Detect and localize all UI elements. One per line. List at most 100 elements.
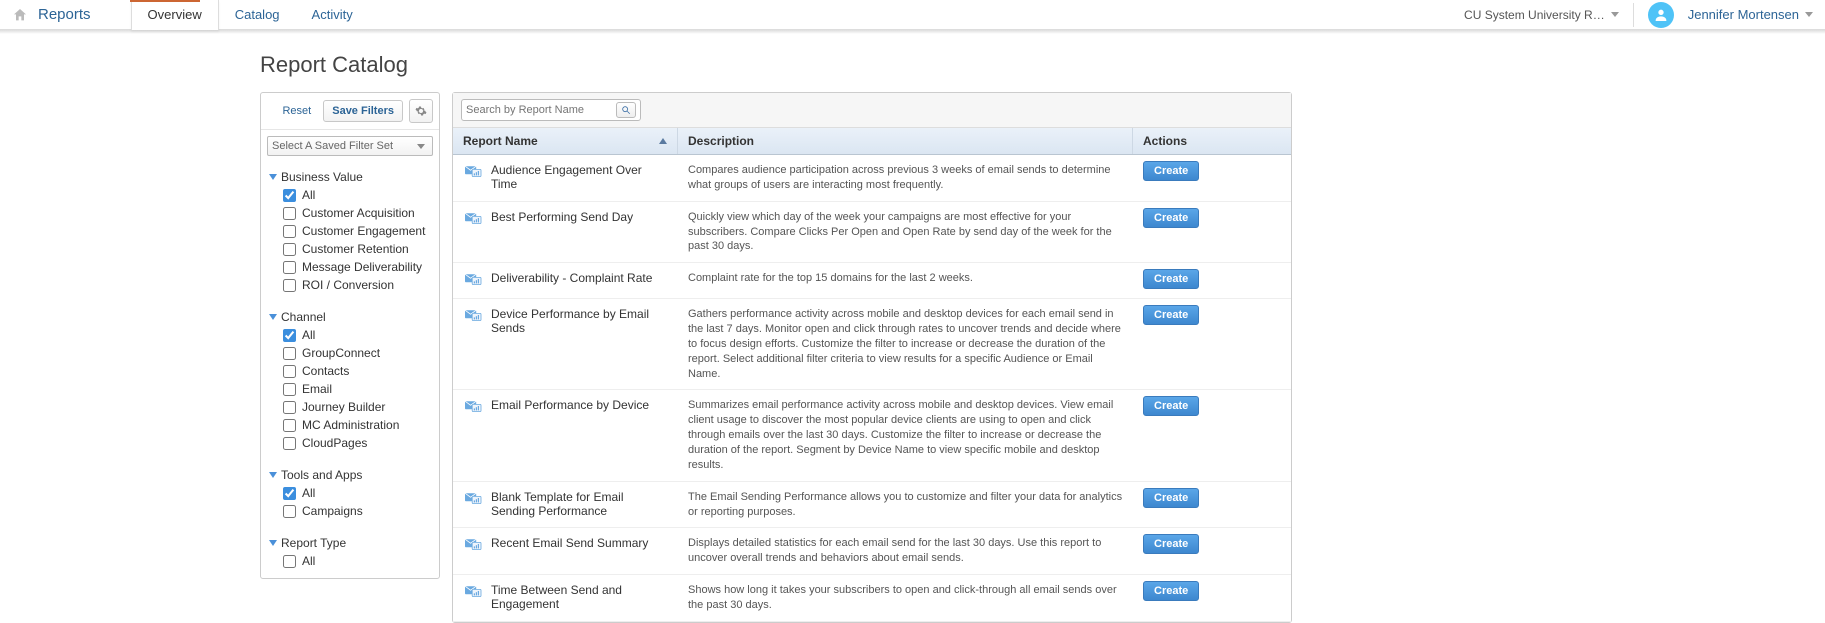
- table-row: Device Performance by Email SendsGathers…: [453, 299, 1291, 390]
- report-name[interactable]: Recent Email Send Summary: [491, 536, 648, 550]
- filter-option[interactable]: CloudPages: [269, 434, 431, 452]
- filter-group-title[interactable]: Channel: [269, 306, 431, 326]
- filter-group-label: Channel: [281, 310, 326, 324]
- create-button[interactable]: Create: [1143, 488, 1199, 508]
- filter-checkbox[interactable]: [283, 243, 296, 256]
- report-description: Summarizes email performance activity ac…: [678, 390, 1133, 480]
- report-name[interactable]: Deliverability - Complaint Rate: [491, 271, 652, 285]
- reset-filters-link[interactable]: Reset: [276, 101, 317, 121]
- filter-option-label: Email: [302, 382, 332, 396]
- filter-checkbox[interactable]: [283, 555, 296, 568]
- create-button[interactable]: Create: [1143, 534, 1199, 554]
- search-wrap: [461, 99, 641, 121]
- user-menu[interactable]: Jennifer Mortensen: [1688, 7, 1813, 22]
- report-name[interactable]: Email Performance by Device: [491, 398, 649, 412]
- account-switcher[interactable]: CU System University R…: [1464, 8, 1619, 22]
- filter-checkbox[interactable]: [283, 487, 296, 500]
- account-name: CU System University R…: [1464, 8, 1605, 22]
- filter-option[interactable]: All: [269, 186, 431, 204]
- filter-option-label: All: [302, 328, 315, 342]
- column-description[interactable]: Description: [678, 128, 1133, 154]
- filter-group-title[interactable]: Report Type: [269, 532, 431, 552]
- report-icon: [463, 210, 483, 229]
- filter-checkbox[interactable]: [283, 225, 296, 238]
- report-name[interactable]: Time Between Send and Engagement: [491, 583, 668, 611]
- create-button[interactable]: Create: [1143, 161, 1199, 181]
- create-button[interactable]: Create: [1143, 396, 1199, 416]
- report-icon: [463, 271, 483, 290]
- filter-option[interactable]: Customer Engagement: [269, 222, 431, 240]
- create-button[interactable]: Create: [1143, 581, 1199, 601]
- filter-option[interactable]: Customer Retention: [269, 240, 431, 258]
- filter-option-label: Customer Acquisition: [302, 206, 415, 220]
- search-input[interactable]: [466, 104, 616, 116]
- filter-option[interactable]: Customer Acquisition: [269, 204, 431, 222]
- create-button[interactable]: Create: [1143, 305, 1199, 325]
- filter-option[interactable]: All: [269, 484, 431, 502]
- report-name[interactable]: Device Performance by Email Sends: [491, 307, 668, 335]
- filter-option[interactable]: Journey Builder: [269, 398, 431, 416]
- table-row: Best Performing Send Day Quickly view whi…: [453, 202, 1291, 264]
- filter-checkbox[interactable]: [283, 207, 296, 220]
- report-description: Quickly view which day of the week your …: [678, 202, 1133, 263]
- filter-option-label: ROI / Conversion: [302, 278, 394, 292]
- gear-icon: [415, 105, 427, 117]
- tab-overview[interactable]: Overview: [131, 0, 219, 30]
- tab-activity[interactable]: Activity: [296, 0, 369, 30]
- report-name[interactable]: Best Performing Send Day: [491, 210, 633, 224]
- search-button[interactable]: [616, 102, 636, 118]
- filter-option[interactable]: GroupConnect: [269, 344, 431, 362]
- filters-panel: Reset Save Filters Select A Saved Filter…: [260, 92, 440, 579]
- filter-option-label: Customer Retention: [302, 242, 409, 256]
- filter-settings-button[interactable]: [409, 99, 433, 123]
- filter-checkbox[interactable]: [283, 437, 296, 450]
- report-icon: [463, 490, 483, 509]
- topbar: Reports OverviewCatalogActivity CU Syste…: [0, 0, 1825, 30]
- sort-asc-icon: [659, 138, 667, 144]
- filter-option[interactable]: Email: [269, 380, 431, 398]
- filter-checkbox[interactable]: [283, 365, 296, 378]
- active-tab-indicator: [130, 0, 200, 2]
- create-button[interactable]: Create: [1143, 208, 1199, 228]
- filter-option[interactable]: Campaigns: [269, 502, 431, 520]
- filter-option[interactable]: All: [269, 552, 431, 570]
- app-title[interactable]: Reports: [38, 6, 91, 23]
- filter-group-label: Tools and Apps: [281, 468, 362, 482]
- save-filters-button[interactable]: Save Filters: [323, 100, 403, 122]
- home-icon[interactable]: [12, 7, 28, 23]
- filter-group-title[interactable]: Business Value: [269, 166, 431, 186]
- filter-checkbox[interactable]: [283, 261, 296, 274]
- filter-checkbox[interactable]: [283, 505, 296, 518]
- filter-option[interactable]: MC Administration: [269, 416, 431, 434]
- table-row: Audience Engagement Over Time Compares au…: [453, 155, 1291, 202]
- create-button[interactable]: Create: [1143, 269, 1199, 289]
- triangle-down-icon: [269, 472, 277, 478]
- report-description: Shows how long it takes your subscribers…: [678, 575, 1133, 621]
- filter-checkbox[interactable]: [283, 401, 296, 414]
- filter-checkbox[interactable]: [283, 347, 296, 360]
- report-name[interactable]: Audience Engagement Over Time: [491, 163, 668, 191]
- column-actions[interactable]: Actions: [1133, 128, 1291, 154]
- caret-down-icon: [1611, 12, 1619, 17]
- filter-checkbox[interactable]: [283, 383, 296, 396]
- column-report-name[interactable]: Report Name: [453, 128, 678, 154]
- saved-filter-select[interactable]: Select A Saved Filter Set: [267, 136, 433, 156]
- report-description: Compares audience participation across p…: [678, 155, 1133, 201]
- filter-checkbox[interactable]: [283, 329, 296, 342]
- user-name: Jennifer Mortensen: [1688, 7, 1799, 22]
- tab-catalog[interactable]: Catalog: [219, 0, 296, 30]
- filter-group-title[interactable]: Tools and Apps: [269, 464, 431, 484]
- filter-option[interactable]: Message Deliverability: [269, 258, 431, 276]
- filter-option-label: CloudPages: [302, 436, 367, 450]
- filter-checkbox[interactable]: [283, 279, 296, 292]
- filter-option[interactable]: ROI / Conversion: [269, 276, 431, 294]
- report-name[interactable]: Blank Template for Email Sending Perform…: [491, 490, 668, 518]
- filter-checkbox[interactable]: [283, 189, 296, 202]
- report-icon: [463, 307, 483, 326]
- filter-option[interactable]: Contacts: [269, 362, 431, 380]
- page-title: Report Catalog: [260, 52, 1825, 78]
- report-description: Displays detailed statistics for each em…: [678, 528, 1133, 574]
- report-icon: [463, 398, 483, 417]
- filter-option[interactable]: All: [269, 326, 431, 344]
- filter-checkbox[interactable]: [283, 419, 296, 432]
